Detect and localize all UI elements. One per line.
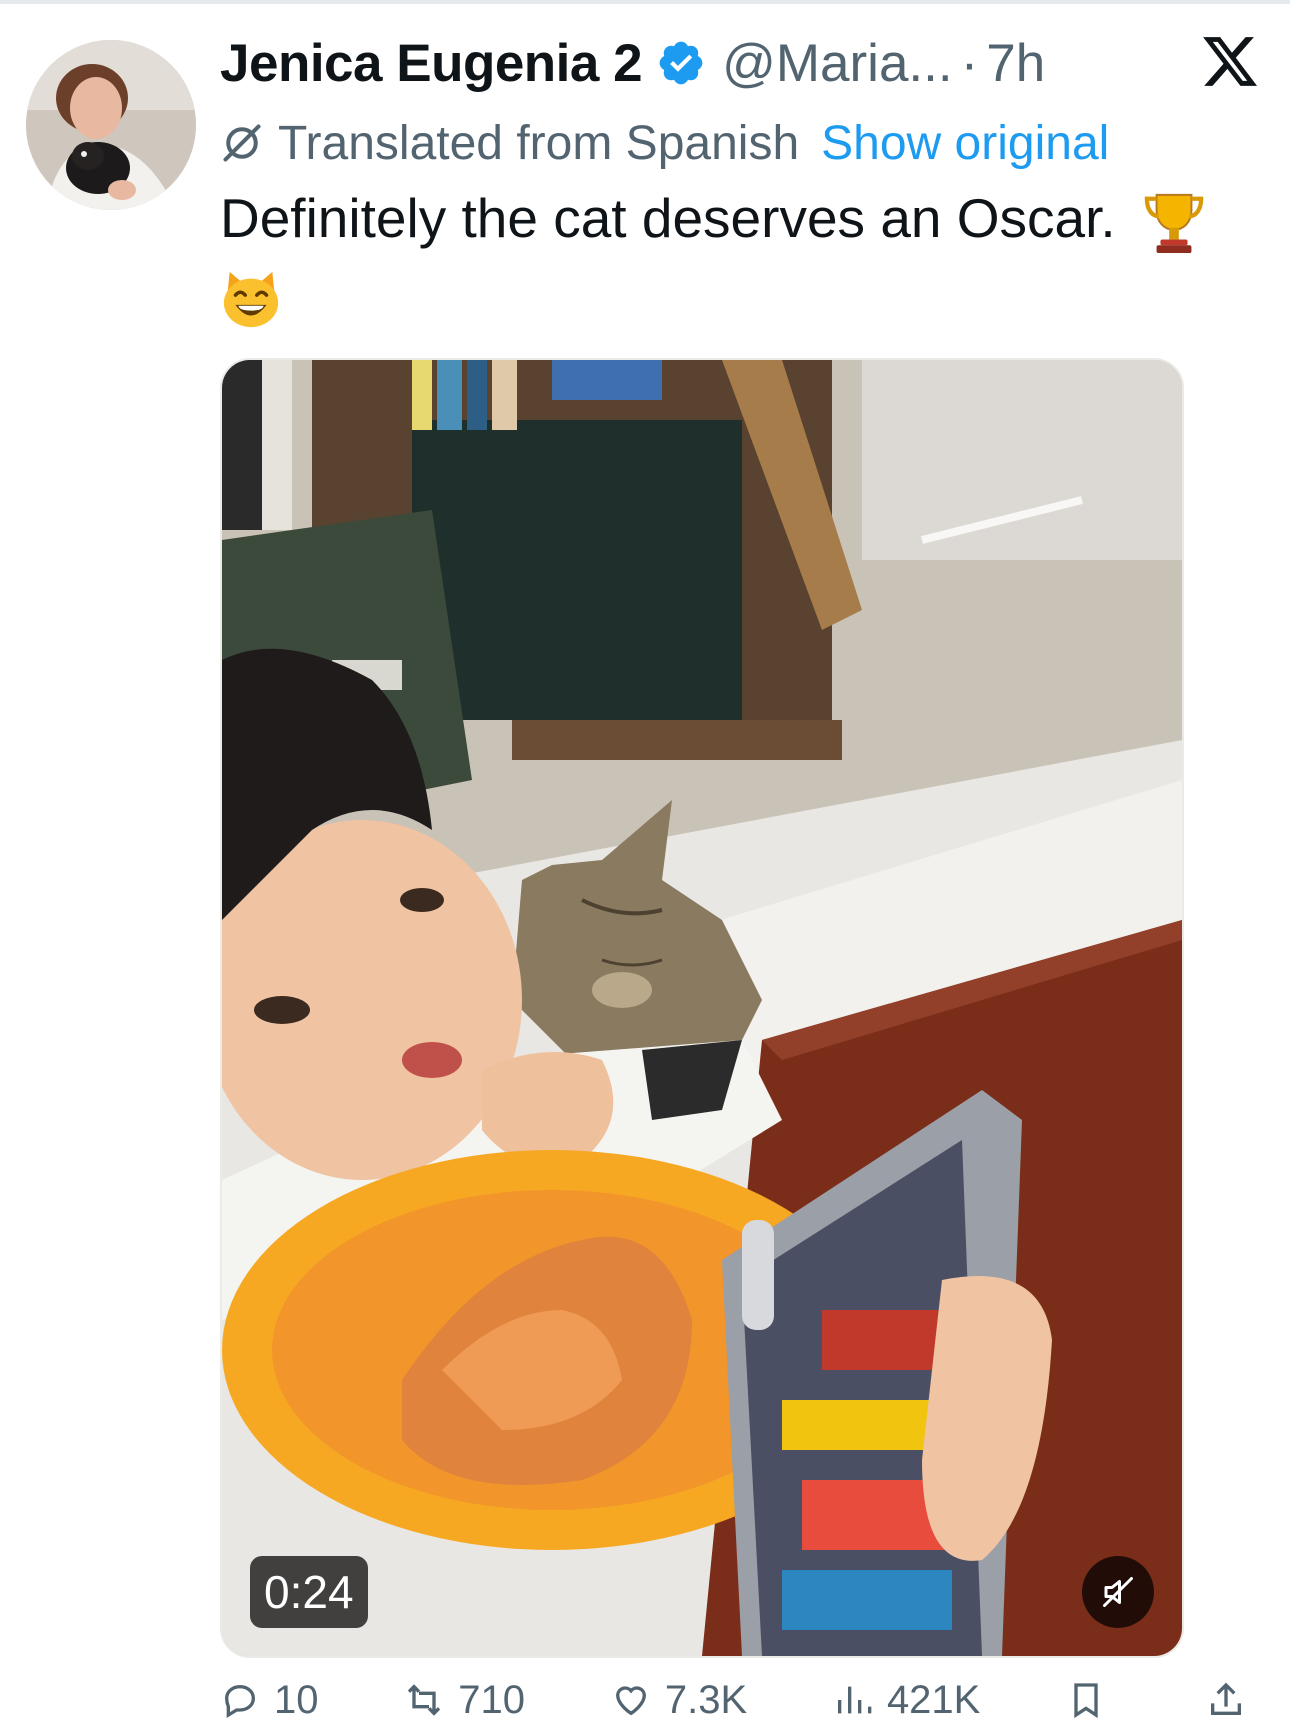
mute-button[interactable]	[1082, 1556, 1154, 1628]
translation-bar: Translated from Spanish Show original	[220, 110, 1109, 176]
tweet-header: Jenica Eugenia 2 @Maria... · 7h	[220, 28, 1045, 98]
verified-badge-icon[interactable]	[656, 38, 706, 88]
repost-count: 710	[458, 1678, 526, 1722]
reply-icon	[224, 1684, 256, 1718]
grinning-cat-emoji	[223, 271, 279, 328]
bookmark-button[interactable]	[1066, 1680, 1120, 1720]
show-original-link[interactable]: Show original	[821, 116, 1109, 171]
repost-button[interactable]: 710	[404, 1680, 525, 1720]
translated-label: Translated from Spanish	[278, 116, 800, 170]
tweet-actions: 10 710 7.3K 421K	[220, 1680, 1260, 1720]
top-divider	[0, 0, 1290, 4]
reply-count: 10	[274, 1678, 319, 1722]
share-icon	[1210, 1682, 1241, 1715]
muted-speaker-icon	[1103, 1577, 1133, 1607]
tweet-body: Definitely the cat deserves an Oscar.	[220, 187, 1116, 249]
like-count: 7.3K	[664, 1678, 748, 1722]
bookmark-icon	[1074, 1683, 1098, 1719]
video-duration: 0:24	[250, 1556, 368, 1628]
like-button[interactable]: 7.3K	[611, 1680, 747, 1720]
views-button[interactable]: 421K	[833, 1680, 980, 1720]
timestamp-separator: ·	[960, 33, 979, 93]
avatar-photo	[26, 40, 196, 210]
views-count: 421K	[886, 1678, 981, 1722]
author-display-name[interactable]: Jenica Eugenia 2	[220, 33, 643, 94]
like-icon	[615, 1686, 646, 1716]
views-icon	[837, 1686, 872, 1714]
trophy-emoji	[1144, 194, 1204, 254]
reply-button[interactable]: 10	[220, 1680, 319, 1720]
x-logo-icon	[1203, 37, 1258, 86]
author-avatar[interactable]	[26, 40, 196, 210]
repost-icon	[408, 1684, 441, 1716]
translate-icon	[223, 124, 261, 162]
author-handle[interactable]: @Maria...	[722, 33, 953, 94]
share-button[interactable]	[1206, 1680, 1260, 1720]
tweet-text: Definitely the cat deserves an Oscar.	[220, 182, 1260, 330]
video-thumbnail	[222, 360, 1182, 1656]
tweet-timestamp[interactable]: 7h	[986, 33, 1045, 94]
tweet-video[interactable]: 0:24	[220, 358, 1184, 1658]
